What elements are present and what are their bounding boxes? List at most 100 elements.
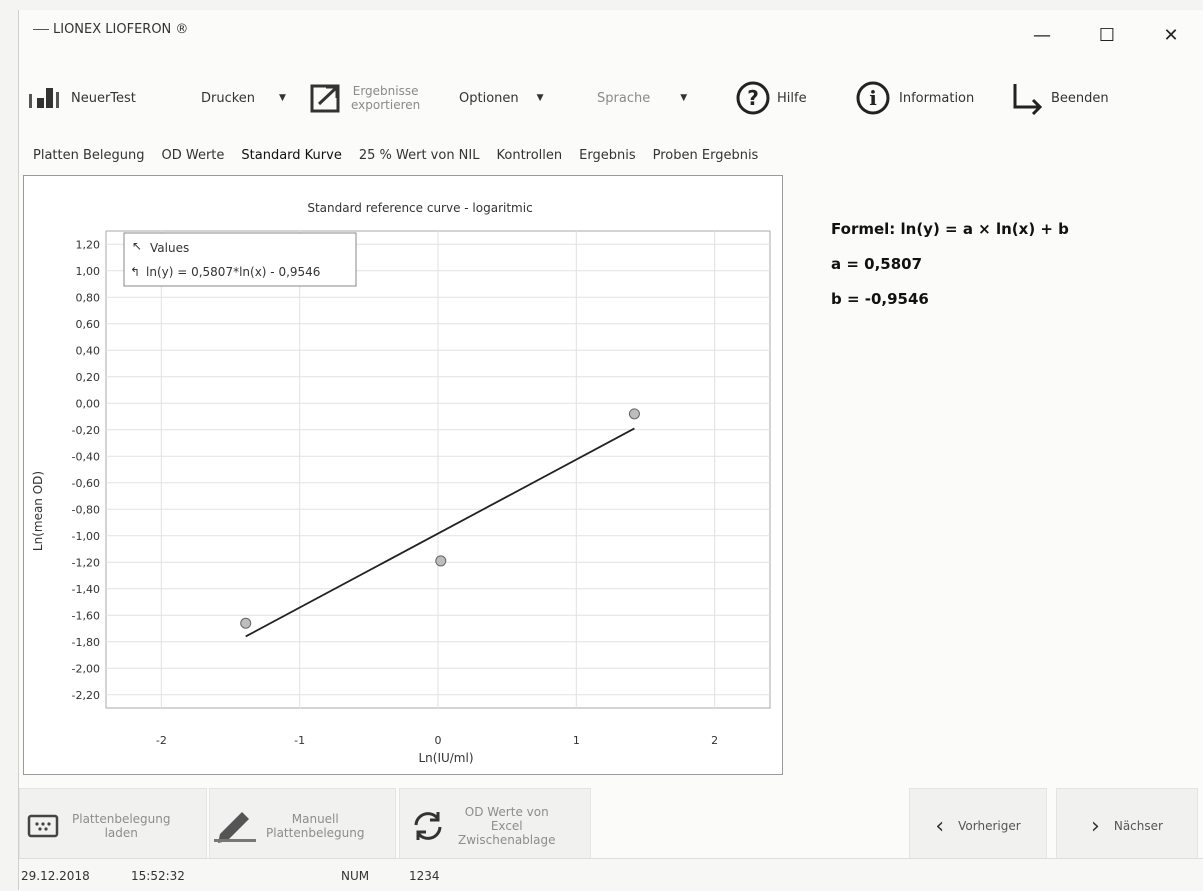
next-label: Nächser — [1113, 819, 1163, 833]
y-tick-label: 1,00 — [76, 265, 101, 278]
information-button[interactable]: i Information — [855, 66, 974, 130]
exit-arrow-icon — [1013, 84, 1043, 115]
language-button[interactable]: Sprache ▼ — [597, 66, 687, 130]
data-point — [435, 555, 447, 567]
new-test-button[interactable]: NeuerTest — [27, 66, 136, 130]
maximize-button[interactable]: ☐ — [1087, 24, 1127, 48]
tab-od-werte[interactable]: OD Werte — [162, 148, 225, 170]
tab-kontrollen[interactable]: Kontrollen — [497, 148, 563, 170]
y-tick-label: 0,20 — [76, 371, 101, 384]
options-dropdown-icon[interactable]: ▼ — [537, 93, 544, 103]
tab-bar: Platten Belegung OD Werte Standard Kurve… — [33, 148, 775, 170]
help-label: Hilfe — [777, 90, 807, 106]
x-axis-label: Ln(IU/ml) — [418, 751, 473, 765]
next-button[interactable]: › Nächser — [1056, 788, 1198, 864]
y-tick-label: -1,60 — [72, 609, 100, 622]
chart-panel: Standard reference curve - logaritmic 1,… — [23, 175, 783, 775]
svg-text:?: ? — [747, 86, 759, 110]
x-tick-label: 2 — [711, 734, 718, 747]
legend-line-icon: ↰ — [130, 265, 140, 279]
x-tick-label: -2 — [156, 734, 167, 747]
information-label: Information — [899, 90, 975, 106]
y-tick-label: 0,80 — [76, 291, 101, 304]
y-tick-label: -0,80 — [72, 503, 100, 516]
app-title-text: LIONEX LIOFERON ® — [53, 22, 189, 37]
formula-panel: Formel: ln(y) = a × ln(x) + b a = 0,5807… — [831, 220, 1069, 325]
export-label-line1: Ergebnisse — [352, 84, 419, 98]
legend-points-icon: ↖ — [132, 239, 142, 253]
options-button[interactable]: Optionen ▼ — [459, 66, 544, 130]
y-tick-labels: 1,20 1,00 0,80 0,60 0,40 0,20 0,00 -0,20 -0,40 -0… — [72, 238, 100, 702]
y-tick-label: -1,40 — [72, 583, 100, 596]
pencil-icon — [214, 812, 256, 843]
y-tick-label: -2,20 — [72, 689, 100, 702]
print-dropdown-icon[interactable]: ▼ — [279, 93, 286, 103]
manual-label-line2: Plattenbelegung — [266, 826, 365, 840]
tab-ergebnis[interactable]: Ergebnis — [579, 148, 635, 170]
y-tick-label: -0,60 — [72, 477, 100, 490]
app-title: LIONEX LIOFERON ® — [33, 22, 188, 37]
coefficient-b: b = -0,9546 — [831, 290, 929, 308]
app-window: LIONEX LIOFERON ® — ☐ ✕ NeuerTest Drucke… — [18, 10, 1203, 891]
tab-standard-kurve[interactable]: Standard Kurve — [241, 148, 341, 170]
od-label-line3: Zwischenablage — [458, 833, 556, 847]
tab-platten-belegung[interactable]: Platten Belegung — [33, 148, 145, 170]
y-tick-label: -1,80 — [72, 636, 100, 649]
close-button[interactable]: ✕ — [1151, 24, 1191, 48]
load-plate-layout-button[interactable]: Plattenbelegung laden — [19, 788, 207, 864]
export-label-line2: exportieren — [351, 98, 421, 112]
quit-label: Beenden — [1051, 90, 1109, 106]
refresh-icon — [414, 812, 442, 840]
chart-legend: ↖ Values ↰ ln(y) = 0,5807*ln(x) - 0,9546 — [123, 232, 357, 287]
x-tick-label: 0 — [435, 734, 442, 747]
toolbar: NeuerTest Drucken ▼ Ergebnisse exportier… — [19, 66, 1203, 130]
plate-icon — [27, 814, 59, 838]
formula-text: Formel: ln(y) = a × ln(x) + b — [831, 220, 1069, 238]
coefficient-a: a = 0,5807 — [831, 255, 923, 273]
minimize-button[interactable]: — — [1022, 24, 1062, 48]
print-label: Drucken — [201, 90, 256, 106]
previous-label: Vorheriger — [958, 819, 1021, 833]
manual-plate-layout-button[interactable]: Manuell Plattenbelegung — [209, 788, 396, 864]
previous-button[interactable]: ‹ Vorheriger — [909, 788, 1047, 864]
load-label-line2: laden — [104, 826, 138, 840]
new-test-label: NeuerTest — [71, 90, 136, 106]
quit-button[interactable]: Beenden — [1009, 66, 1109, 130]
chevron-right-icon: › — [1091, 813, 1100, 839]
x-tick-label: 1 — [573, 734, 580, 747]
y-tick-label: -1,00 — [72, 530, 100, 543]
legend-trend-label: ln(y) = 0,5807*ln(x) - 0,9546 — [146, 265, 320, 279]
y-tick-label: 0,40 — [76, 344, 101, 357]
print-button[interactable]: Drucken ▼ — [201, 66, 286, 130]
status-num: NUM — [341, 869, 370, 883]
svg-text:i: i — [869, 86, 877, 110]
x-tick-labels: -2 -1 0 1 2 — [156, 734, 718, 747]
chart-grid — [105, 230, 771, 709]
export-results-button[interactable]: Ergebnisse exportieren — [309, 66, 420, 130]
tab-25-wert-von-nil[interactable]: 25 % Wert von NIL — [359, 148, 480, 170]
standard-curve-chart: Standard reference curve - logaritmic 1,… — [31, 201, 771, 765]
chevron-left-icon: ‹ — [935, 813, 945, 839]
language-dropdown-icon[interactable]: ▼ — [680, 93, 687, 103]
load-label-line1: Plattenbelegung — [72, 812, 171, 826]
bar-chart-icon — [29, 88, 59, 108]
status-bar: 29.12.2018 15:52:32 NUM 1234 — [19, 858, 1203, 891]
y-tick-label: 0,00 — [76, 397, 101, 410]
od-label-line2: Excel — [490, 819, 523, 833]
y-axis-label: Ln(mean OD) — [31, 471, 45, 551]
help-icon: ? — [736, 81, 770, 115]
status-time: 15:52:32 — [131, 869, 185, 883]
data-point — [628, 408, 640, 420]
y-tick-label: -0,40 — [72, 450, 100, 463]
options-label: Optionen — [459, 90, 519, 106]
legend-values-label: Values — [150, 241, 189, 255]
status-code: 1234 — [409, 869, 440, 883]
data-point — [240, 617, 252, 629]
od-values-from-clipboard-button[interactable]: OD Werte von Excel Zwischenablage — [399, 788, 591, 864]
tab-proben-ergebnis[interactable]: Proben Ergebnis — [653, 148, 759, 170]
status-date: 29.12.2018 — [21, 869, 90, 883]
y-tick-label: 1,20 — [76, 238, 101, 251]
od-label-line1: OD Werte von — [464, 805, 549, 819]
help-button[interactable]: ? Hilfe — [735, 66, 807, 130]
x-tick-label: -1 — [294, 734, 305, 747]
